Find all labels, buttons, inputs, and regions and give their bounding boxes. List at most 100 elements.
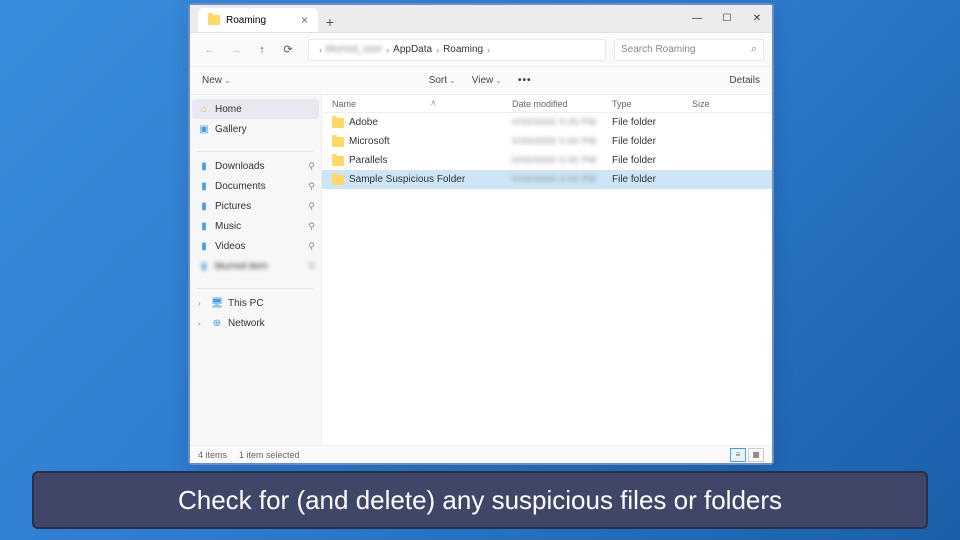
column-size[interactable]: Size — [692, 99, 742, 109]
divider — [198, 151, 313, 152]
sidebar-item-home[interactable]: ⌂ Home — [192, 99, 319, 119]
network-icon: ⊕ — [211, 317, 223, 329]
folder-icon — [332, 156, 344, 166]
breadcrumb-appdata[interactable]: AppData — [393, 44, 432, 55]
home-icon: ⌂ — [198, 103, 210, 115]
sidebar-item-network[interactable]: ›⊕Network — [190, 313, 321, 333]
window-controls: — ☐ ✕ — [682, 5, 772, 31]
up-button[interactable]: ↑ — [250, 38, 274, 62]
chevron-right-icon: › — [436, 45, 439, 55]
new-button[interactable]: New ⌄ — [202, 75, 231, 86]
search-placeholder: Search Roaming — [621, 44, 695, 55]
file-date: 0/00/0000 0:00 PM — [512, 136, 597, 146]
file-row[interactable]: Parallels 0/00/0000 0:00 PM File folder — [322, 151, 772, 170]
column-date[interactable]: Date modified — [512, 99, 612, 109]
file-type: File folder — [612, 155, 692, 166]
toolbar: New ⌄ Sort ⌄ View ⌄ ••• Details — [190, 67, 772, 95]
tab-bar: Roaming × + — ☐ ✕ — [190, 5, 772, 33]
folder-icon — [332, 175, 344, 185]
chevron-right-icon: › — [198, 319, 206, 328]
status-bar: 4 items 1 item selected ≡ ▦ — [190, 445, 772, 463]
tab-roaming[interactable]: Roaming × — [198, 8, 318, 32]
sidebar-item-this-pc[interactable]: ›🖥This PC — [190, 293, 321, 313]
navigation-sidebar: ⌂ Home ▣ Gallery ▮Downloads⚲ ▮Documents⚲… — [190, 95, 322, 445]
folder-icon: ▮ — [198, 240, 210, 252]
pin-icon: ⚲ — [308, 241, 315, 252]
forward-button[interactable]: → — [224, 38, 248, 62]
column-type[interactable]: Type — [612, 99, 692, 109]
folder-icon — [208, 15, 220, 25]
breadcrumb-roaming[interactable]: Roaming — [443, 44, 483, 55]
pin-icon: ⚲ — [308, 161, 315, 172]
tab-title: Roaming — [226, 15, 266, 26]
close-tab-icon[interactable]: × — [301, 13, 308, 27]
selection-count: 1 item selected — [239, 450, 300, 460]
file-list-pane: Name Date modified Type Size Adobe 0/00/… — [322, 95, 772, 445]
file-name: Adobe — [349, 117, 378, 128]
refresh-button[interactable]: ⟳ — [276, 38, 300, 62]
file-date: 0/00/0000 0:00 PM — [512, 155, 597, 165]
sidebar-item-downloads[interactable]: ▮Downloads⚲ — [190, 156, 321, 176]
instruction-caption: Check for (and delete) any suspicious fi… — [32, 471, 928, 529]
minimize-button[interactable]: — — [682, 5, 712, 31]
search-icon: ⌕ — [751, 43, 757, 56]
details-button[interactable]: Details — [729, 75, 760, 86]
address-bar: ← → ↑ ⟳ › blurred_user › AppData › Roami… — [190, 33, 772, 67]
sidebar-item-documents[interactable]: ▮Documents⚲ — [190, 176, 321, 196]
folder-icon — [332, 137, 344, 147]
divider — [198, 288, 313, 289]
sidebar-item-music[interactable]: ▮Music⚲ — [190, 216, 321, 236]
file-type: File folder — [612, 174, 692, 185]
pc-icon: 🖥 — [211, 297, 223, 309]
file-type: File folder — [612, 117, 692, 128]
file-row[interactable]: Sample Suspicious Folder 0/00/0000 0:00 … — [322, 170, 772, 189]
file-name: Microsoft — [349, 136, 390, 147]
pin-icon: ⚲ — [308, 261, 315, 272]
sidebar-item-gallery[interactable]: ▣ Gallery — [190, 119, 321, 139]
chevron-down-icon: ⌄ — [495, 76, 502, 85]
breadcrumb[interactable]: › blurred_user › AppData › Roaming › — [308, 39, 606, 61]
chevron-down-icon: ⌄ — [224, 76, 231, 85]
file-explorer-window: Roaming × + — ☐ ✕ ← → ↑ ⟳ › blurred_user… — [188, 3, 774, 465]
folder-icon: ▮ — [198, 180, 210, 192]
pin-icon: ⚲ — [308, 181, 315, 192]
chevron-right-icon: › — [487, 45, 490, 55]
gallery-icon: ▣ — [198, 123, 210, 135]
file-name: Parallels — [349, 155, 387, 166]
folder-icon: ▮ — [198, 220, 210, 232]
file-date: 0/00/0000 0:00 PM — [512, 174, 597, 184]
column-name[interactable]: Name — [332, 99, 512, 109]
search-input[interactable]: Search Roaming ⌕ — [614, 39, 764, 61]
sidebar-item-videos[interactable]: ▮Videos⚲ — [190, 236, 321, 256]
back-button[interactable]: ← — [198, 38, 222, 62]
folder-icon — [332, 118, 344, 128]
folder-icon: ▮ — [198, 160, 210, 172]
column-headers: Name Date modified Type Size — [322, 95, 772, 113]
file-name: Sample Suspicious Folder — [349, 174, 465, 185]
sidebar-item-pictures[interactable]: ▮Pictures⚲ — [190, 196, 321, 216]
close-window-button[interactable]: ✕ — [742, 5, 772, 31]
folder-icon: ▮ — [198, 260, 210, 272]
content-area: ⌂ Home ▣ Gallery ▮Downloads⚲ ▮Documents⚲… — [190, 95, 772, 445]
sort-button[interactable]: Sort ⌄ — [429, 75, 456, 86]
chevron-right-icon: › — [319, 45, 322, 55]
chevron-right-icon: › — [198, 299, 206, 308]
new-tab-button[interactable]: + — [318, 14, 342, 32]
breadcrumb-user[interactable]: blurred_user — [326, 44, 382, 55]
file-row[interactable]: Microsoft 0/00/0000 0:00 PM File folder — [322, 132, 772, 151]
maximize-button[interactable]: ☐ — [712, 5, 742, 31]
file-type: File folder — [612, 136, 692, 147]
more-button[interactable]: ••• — [518, 75, 532, 86]
sidebar-item-blurred[interactable]: ▮blurred item⚲ — [190, 256, 321, 276]
details-view-button[interactable]: ≡ — [730, 448, 746, 462]
chevron-right-icon: › — [386, 45, 389, 55]
view-button[interactable]: View ⌄ — [472, 75, 502, 86]
chevron-down-icon: ⌄ — [449, 76, 456, 85]
file-list: Adobe 0/00/0000 0:00 PM File folder Micr… — [322, 113, 772, 189]
pin-icon: ⚲ — [308, 201, 315, 212]
folder-icon: ▮ — [198, 200, 210, 212]
thumbnails-view-button[interactable]: ▦ — [748, 448, 764, 462]
file-date: 0/00/0000 0:00 PM — [512, 117, 597, 127]
item-count: 4 items — [198, 450, 227, 460]
file-row[interactable]: Adobe 0/00/0000 0:00 PM File folder — [322, 113, 772, 132]
